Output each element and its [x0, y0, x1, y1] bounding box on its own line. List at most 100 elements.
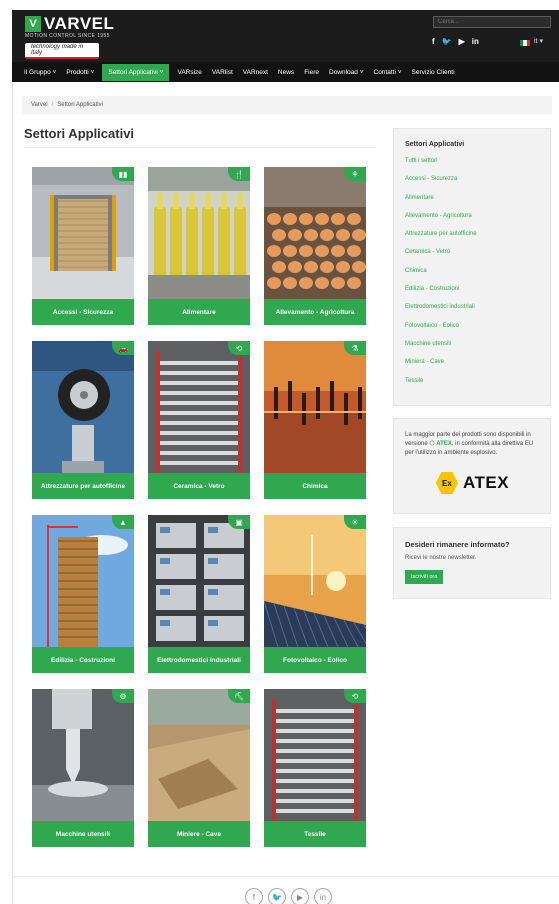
sector-card-image: [32, 341, 134, 473]
sidebar-links: Tutti i settori Accessi - Sicurezza Alimen…: [405, 158, 550, 396]
breadcrumb: Varvel / Settori Applicativi: [22, 96, 552, 114]
sector-card[interactable]: ⟲ Tessile: [264, 689, 366, 847]
newsletter-box: Desideri rimanere informato? Ricevi le n…: [393, 527, 551, 599]
sidebar-link[interactable]: Fotovoltaico - Eolico: [405, 323, 550, 341]
nav-item-6[interactable]: News: [278, 69, 294, 76]
breadcrumb-home[interactable]: Varvel: [31, 102, 48, 108]
sector-card[interactable]: ▣ Elettrodomestici industriali: [148, 515, 250, 673]
sector-card-image: [148, 689, 250, 821]
sector-badge-icon: ▲: [112, 515, 134, 529]
nav-item-9[interactable]: Contatti ˅: [374, 69, 402, 76]
sector-card-image: [32, 515, 134, 647]
main-navigation: Il Gruppo ˅ Prodotti ˅ Settori Applicativi…: [12, 62, 559, 82]
sector-card-label[interactable]: Attrezzature per autofficine: [32, 473, 134, 499]
footer-social-links: f 🐦 ▶ in: [245, 888, 332, 904]
footer-divider: [12, 876, 559, 877]
footer-youtube-icon[interactable]: ▶: [291, 888, 309, 904]
sidebar-link[interactable]: Ceramica - Vetro: [405, 249, 550, 267]
sector-card-label[interactable]: Edilizia - Costruzioni: [32, 647, 134, 673]
footer-linkedin-icon[interactable]: in: [314, 888, 332, 904]
nav-item-8[interactable]: Download ˅: [329, 69, 364, 76]
sector-card-label[interactable]: Tessile: [264, 821, 366, 847]
sidebar-link[interactable]: Miniera - Cave: [405, 359, 550, 377]
breadcrumb-current: Settori Applicativi: [57, 102, 103, 108]
sidebar-link[interactable]: Tutti i settori: [405, 158, 550, 176]
nav-item-7[interactable]: Fiere: [304, 69, 319, 76]
sector-card[interactable]: ⚘ Allevamento - Agricoltura: [264, 167, 366, 325]
sidebar-link[interactable]: Attrezzature per autofficine: [405, 231, 550, 249]
nav-item-4[interactable]: VARlist: [212, 69, 233, 76]
sector-badge-icon: 🍴: [228, 167, 250, 181]
sector-card-label[interactable]: Miniere - Cave: [148, 821, 250, 847]
newsletter-subtitle: Ricevi le nostre newsletter.: [405, 555, 477, 561]
newsletter-title: Desideri rimanere informato?: [405, 540, 510, 549]
atex-logo-word: ATEX: [462, 473, 510, 492]
nav-item-3[interactable]: VARsize: [177, 69, 201, 76]
sector-card[interactable]: ▲ Edilizia - Costruzioni: [32, 515, 134, 673]
sector-card[interactable]: ⚙ Macchine utensili: [32, 689, 134, 847]
atex-logo: Ex ATEX: [405, 472, 540, 494]
nav-item-1[interactable]: Prodotti ˅: [66, 69, 94, 76]
sidebar-link[interactable]: Edilizia - Costruzioni: [405, 286, 550, 304]
sector-card[interactable]: ☀ Fotovoltaico - Eolico: [264, 515, 366, 673]
sector-badge-icon: ⟲: [344, 689, 366, 703]
sector-card[interactable]: 🚗 Attrezzature per autofficine: [32, 341, 134, 499]
sector-card[interactable]: ▮▮ Accessi - Sicurezza: [32, 167, 134, 325]
facebook-icon[interactable]: f: [432, 37, 435, 46]
nav-item-5[interactable]: VARnext: [243, 69, 268, 76]
sector-card-image: [264, 515, 366, 647]
sector-card-label[interactable]: Ceramica - Vetro: [148, 473, 250, 499]
sidebar-link[interactable]: Macchine utensili: [405, 341, 550, 359]
varvel-logo[interactable]: V VARVEL MOTION CONTROL SINCE 1955 techn…: [25, 15, 114, 59]
footer-facebook-icon[interactable]: f: [245, 888, 263, 904]
sector-card-label[interactable]: Allevamento - Agricoltura: [264, 299, 366, 325]
sector-badge-icon: ⛏: [228, 689, 250, 703]
sector-badge-icon: ▣: [228, 515, 250, 529]
sector-card[interactable]: ⚗ Chimica: [264, 341, 366, 499]
language-selector[interactable]: it ▾: [534, 37, 543, 45]
atex-mini-icon: ⬡: [429, 441, 435, 447]
sidebar-sectors: Settori Applicativi Tutti i settori Acces…: [393, 128, 551, 406]
twitter-icon[interactable]: 🐦: [442, 37, 452, 46]
italian-flag-icon[interactable]: [520, 40, 530, 46]
nav-item-2[interactable]: Settori Applicativi ˅: [102, 63, 170, 81]
linkedin-icon[interactable]: in: [472, 37, 479, 46]
sector-card-image: [264, 341, 366, 473]
sidebar-link[interactable]: Alimentare: [405, 195, 550, 213]
search-input[interactable]: [433, 16, 551, 28]
sector-card-label[interactable]: Macchine utensili: [32, 821, 134, 847]
sector-card-image: [32, 167, 134, 299]
sector-badge-icon: ⟲: [228, 341, 250, 355]
logo-subtitle: MOTION CONTROL SINCE 1955: [25, 33, 110, 39]
sector-card[interactable]: 🍴 Alimentare: [148, 167, 250, 325]
nav-item-10[interactable]: Servizio Clienti: [412, 69, 455, 76]
sidebar-link[interactable]: Tessile: [405, 378, 550, 396]
sector-card-label[interactable]: Chimica: [264, 473, 366, 499]
site-header: V VARVEL MOTION CONTROL SINCE 1955 techn…: [12, 10, 559, 62]
sidebar-link[interactable]: Accessi - Sicurezza: [405, 176, 550, 194]
sidebar-link[interactable]: Elettrodomestici industriali: [405, 304, 550, 322]
sector-card-label[interactable]: Alimentare: [148, 299, 250, 325]
sector-card-label[interactable]: Elettrodomestici industriali: [148, 647, 250, 673]
atex-inline-tag[interactable]: ATEX: [436, 441, 452, 447]
youtube-icon[interactable]: ▶: [459, 37, 465, 46]
header-social-links: f 🐦 ▶ in: [432, 37, 479, 46]
sector-card-label[interactable]: Accessi - Sicurezza: [32, 299, 134, 325]
breadcrumb-separator: /: [51, 102, 54, 108]
sector-badge-icon: ⚗: [344, 341, 366, 355]
sector-card-image: [148, 167, 250, 299]
sector-card[interactable]: ⟲ Ceramica - Vetro: [148, 341, 250, 499]
atex-info-box: La maggior parte dei prodotti sono dispo…: [393, 418, 551, 514]
sidebar-link[interactable]: Chimica: [405, 268, 550, 286]
logo-tagline: technology made in Italy: [25, 43, 99, 59]
sidebar-link[interactable]: Allevamento - Agricoltura: [405, 213, 550, 231]
sector-card-image: [148, 515, 250, 647]
sector-badge-icon: 🚗: [112, 341, 134, 355]
sector-card-label[interactable]: Fotovoltaico - Eolico: [264, 647, 366, 673]
nav-item-0[interactable]: Il Gruppo ˅: [24, 69, 56, 76]
title-divider: [24, 147, 376, 148]
sector-badge-icon: ☀: [344, 515, 366, 529]
footer-twitter-icon[interactable]: 🐦: [268, 888, 286, 904]
subscribe-button[interactable]: Iscriviti ora: [405, 570, 444, 584]
sector-card[interactable]: ⛏ Miniere - Cave: [148, 689, 250, 847]
